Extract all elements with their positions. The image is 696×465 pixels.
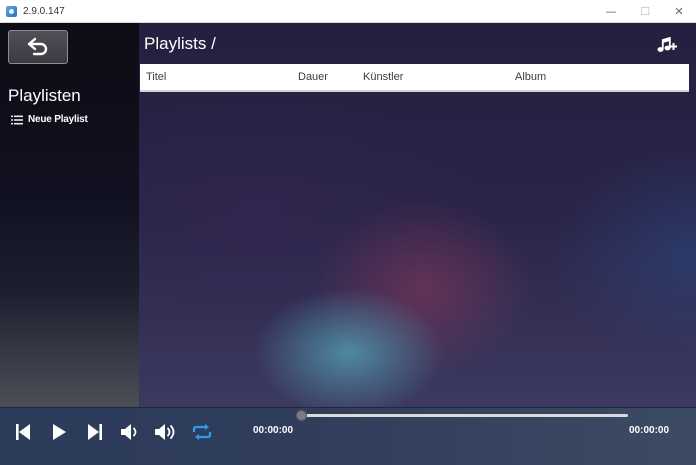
previous-button[interactable] [14, 422, 32, 442]
list-icon [11, 115, 23, 124]
app-icon [6, 5, 17, 17]
title-bar: 2.9.0.147 — ☐ ✕ [0, 0, 696, 23]
volume-down-button[interactable] [119, 422, 141, 442]
volume-up-button[interactable] [153, 422, 179, 442]
repeat-icon [192, 424, 212, 440]
previous-icon [16, 424, 30, 440]
player-bar: 00:00:00 00:00:00 [0, 407, 696, 465]
close-button[interactable]: ✕ [662, 0, 696, 23]
sidebar-item-label: Neue Playlist [28, 114, 88, 125]
seek-bar[interactable] [303, 414, 628, 417]
volume-up-icon [155, 424, 175, 440]
next-icon [88, 424, 102, 440]
maximize-button[interactable]: ☐ [628, 0, 662, 23]
column-header-dauer[interactable]: Dauer [298, 71, 328, 83]
next-button[interactable] [86, 422, 104, 442]
add-music-button[interactable] [657, 35, 677, 55]
sidebar: Playlisten Neue Playlist [0, 23, 139, 407]
back-button[interactable] [8, 30, 68, 64]
column-header-album[interactable]: Album [515, 71, 546, 83]
breadcrumb: Playlists / [144, 34, 216, 53]
repeat-button[interactable] [191, 422, 213, 442]
volume-down-icon [121, 424, 137, 440]
add-music-icon [657, 37, 677, 52]
column-header-kuenstler[interactable]: Künstler [363, 71, 403, 83]
main-panel: Playlists / Titel Dauer Künstler Album [139, 23, 696, 407]
window-title: 2.9.0.147 [23, 5, 65, 17]
current-time: 00:00:00 [253, 425, 294, 436]
seek-handle[interactable] [296, 410, 307, 421]
total-time: 00:00:00 [629, 425, 670, 436]
sidebar-title: Playlisten [8, 86, 81, 105]
window-controls: — ☐ ✕ [594, 0, 696, 23]
table-header: Titel Dauer Künstler Album [140, 64, 689, 92]
sidebar-item-new-playlist[interactable]: Neue Playlist [11, 114, 88, 125]
back-arrow-icon [27, 37, 48, 56]
column-header-titel[interactable]: Titel [146, 71, 166, 83]
play-icon [53, 424, 66, 440]
play-button[interactable] [50, 422, 68, 442]
minimize-button[interactable]: — [594, 0, 628, 23]
